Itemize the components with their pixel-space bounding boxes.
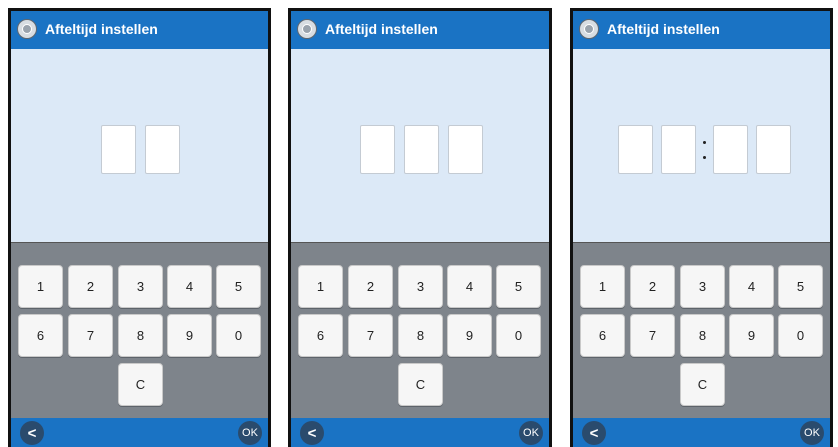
key-2[interactable]: 2 bbox=[348, 265, 393, 308]
key-9[interactable]: 9 bbox=[167, 314, 212, 357]
digit-box[interactable] bbox=[404, 125, 439, 174]
phone-screen-1: Afteltijd instellen 1 2 3 4 5 6 7 8 9 0 … bbox=[8, 8, 271, 447]
digit-box[interactable] bbox=[360, 125, 395, 174]
ok-button[interactable]: OK bbox=[238, 421, 262, 445]
key-7[interactable]: 7 bbox=[348, 314, 393, 357]
key-4[interactable]: 4 bbox=[167, 265, 212, 308]
settings-dial-icon bbox=[17, 19, 37, 39]
ok-button[interactable]: OK bbox=[519, 421, 543, 445]
page-title: Afteltijd instellen bbox=[607, 21, 720, 37]
key-9[interactable]: 9 bbox=[447, 314, 492, 357]
time-colon bbox=[703, 156, 706, 159]
key-8[interactable]: 8 bbox=[398, 314, 443, 357]
key-0[interactable]: 0 bbox=[216, 314, 261, 357]
key-3[interactable]: 3 bbox=[680, 265, 725, 308]
key-2[interactable]: 2 bbox=[630, 265, 675, 308]
bottom-bar: < OK bbox=[573, 418, 830, 447]
bottom-bar: < OK bbox=[11, 418, 268, 447]
back-arrow-icon[interactable]: < bbox=[300, 421, 324, 445]
key-5[interactable]: 5 bbox=[778, 265, 823, 308]
key-6[interactable]: 6 bbox=[580, 314, 625, 357]
key-8[interactable]: 8 bbox=[680, 314, 725, 357]
digit-box[interactable] bbox=[713, 125, 748, 174]
key-2[interactable]: 2 bbox=[68, 265, 113, 308]
key-1[interactable]: 1 bbox=[298, 265, 343, 308]
digit-box[interactable] bbox=[145, 125, 180, 174]
title-bar: Afteltijd instellen bbox=[291, 11, 549, 49]
key-5[interactable]: 5 bbox=[216, 265, 261, 308]
key-9[interactable]: 9 bbox=[729, 314, 774, 357]
key-0[interactable]: 0 bbox=[778, 314, 823, 357]
settings-dial-icon bbox=[579, 19, 599, 39]
key-8[interactable]: 8 bbox=[118, 314, 163, 357]
phone-screen-3: Afteltijd instellen 1 2 3 4 5 6 7 8 9 0 … bbox=[570, 8, 833, 447]
key-clear[interactable]: C bbox=[680, 363, 725, 406]
key-6[interactable]: 6 bbox=[298, 314, 343, 357]
digit-box[interactable] bbox=[448, 125, 483, 174]
time-display bbox=[573, 49, 830, 242]
key-clear[interactable]: C bbox=[118, 363, 163, 406]
number-keypad: 1 2 3 4 5 6 7 8 9 0 C bbox=[573, 242, 830, 418]
key-7[interactable]: 7 bbox=[68, 314, 113, 357]
bottom-bar: < OK bbox=[291, 418, 549, 447]
title-bar: Afteltijd instellen bbox=[573, 11, 830, 49]
settings-dial-icon bbox=[297, 19, 317, 39]
key-4[interactable]: 4 bbox=[729, 265, 774, 308]
number-keypad: 1 2 3 4 5 6 7 8 9 0 C bbox=[291, 242, 549, 418]
ok-button[interactable]: OK bbox=[800, 421, 824, 445]
back-arrow-icon[interactable]: < bbox=[20, 421, 44, 445]
key-0[interactable]: 0 bbox=[496, 314, 541, 357]
digit-box[interactable] bbox=[661, 125, 696, 174]
time-display bbox=[291, 49, 549, 242]
key-5[interactable]: 5 bbox=[496, 265, 541, 308]
key-3[interactable]: 3 bbox=[398, 265, 443, 308]
digit-box[interactable] bbox=[756, 125, 791, 174]
key-3[interactable]: 3 bbox=[118, 265, 163, 308]
key-7[interactable]: 7 bbox=[630, 314, 675, 357]
title-bar: Afteltijd instellen bbox=[11, 11, 268, 49]
key-clear[interactable]: C bbox=[398, 363, 443, 406]
key-4[interactable]: 4 bbox=[447, 265, 492, 308]
key-1[interactable]: 1 bbox=[18, 265, 63, 308]
page-title: Afteltijd instellen bbox=[45, 21, 158, 37]
time-colon bbox=[703, 141, 706, 144]
page-title: Afteltijd instellen bbox=[325, 21, 438, 37]
key-1[interactable]: 1 bbox=[580, 265, 625, 308]
digit-box[interactable] bbox=[101, 125, 136, 174]
digit-box[interactable] bbox=[618, 125, 653, 174]
phone-screen-2: Afteltijd instellen 1 2 3 4 5 6 7 8 9 0 … bbox=[288, 8, 552, 447]
time-display bbox=[11, 49, 268, 242]
key-6[interactable]: 6 bbox=[18, 314, 63, 357]
back-arrow-icon[interactable]: < bbox=[582, 421, 606, 445]
number-keypad: 1 2 3 4 5 6 7 8 9 0 C bbox=[11, 242, 268, 418]
